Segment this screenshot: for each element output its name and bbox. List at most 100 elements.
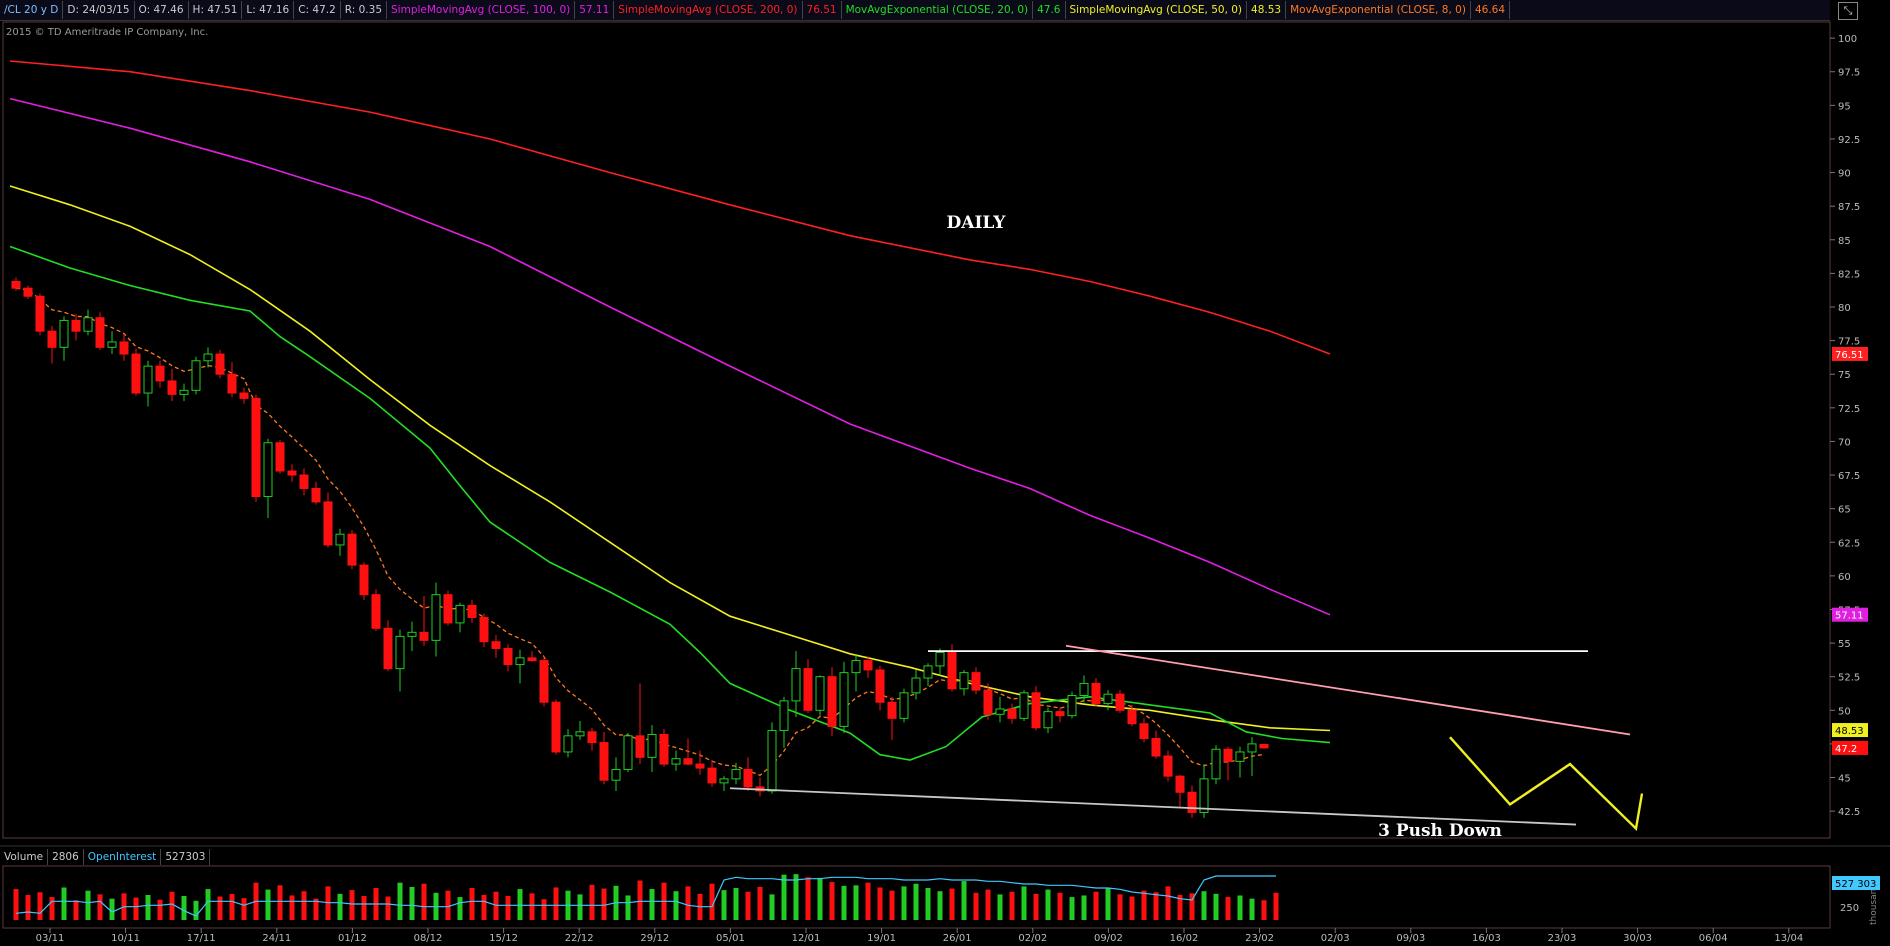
candle-body (203, 353, 213, 362)
volume-bar (349, 890, 355, 920)
volume-bar (133, 897, 139, 920)
candle-body (1259, 743, 1269, 749)
volume-bar (181, 896, 187, 920)
volume-bar (1057, 892, 1063, 920)
candle-body (707, 767, 717, 784)
volume-bar (997, 894, 1003, 920)
volume-bar (721, 890, 727, 920)
candle-body (611, 768, 621, 781)
candle-body (635, 735, 645, 758)
y-tick-label: 97.5 (1838, 68, 1860, 79)
candle-body (431, 594, 441, 641)
volume-bar (1081, 895, 1087, 920)
candle-body (1175, 775, 1185, 793)
candle-body (1103, 693, 1113, 705)
x-tick-label: 06/04 (1699, 933, 1728, 944)
volume-bar (229, 893, 235, 920)
y-tick-label: 55 (1838, 639, 1851, 650)
volume-bar (781, 874, 787, 920)
open-interest-label[interactable]: OpenInterest (84, 849, 162, 865)
volume-bar (913, 883, 919, 920)
sma50-line (9, 185, 1331, 732)
volume-bar (73, 900, 79, 920)
volume-axis-tick: 250 (1840, 903, 1859, 914)
x-tick-label: 24/11 (262, 933, 291, 944)
volume-bar (37, 892, 43, 920)
volume-bar (961, 881, 967, 920)
volume-bar (925, 888, 931, 920)
x-tick-label: 01/12 (338, 933, 367, 944)
candle-body (563, 735, 573, 753)
x-tick-label: 17/11 (187, 933, 216, 944)
x-tick-label: 13/04 (1774, 933, 1803, 944)
volume-bar (901, 886, 907, 920)
candle-body (503, 647, 513, 666)
candle-body (455, 604, 465, 624)
y-tick-label: 42.5 (1838, 807, 1860, 818)
y-tick-label: 65 (1838, 505, 1851, 516)
price-chart[interactable]: 250 thousands527 303 10097.59592.59087.58… (0, 0, 1890, 946)
volume-bar (1105, 888, 1111, 920)
volume-bar (1201, 891, 1207, 920)
x-tick-label: 10/11 (111, 933, 140, 944)
volume-bar (649, 889, 655, 920)
candle-body (1079, 682, 1089, 697)
candle-body (95, 317, 105, 348)
candle-body (59, 319, 69, 348)
volume-bar (589, 884, 595, 920)
volume-bar (553, 887, 559, 920)
open-interest-line (15, 875, 1276, 917)
x-tick-label: 08/12 (414, 933, 443, 944)
candle-body (263, 442, 273, 498)
x-tick-label: 29/12 (640, 933, 669, 944)
candle-body (311, 487, 321, 503)
candle-body (155, 365, 165, 382)
volume-label[interactable]: Volume (0, 849, 49, 865)
candle-body (1223, 748, 1233, 762)
price-panel-frame (2, 21, 1831, 839)
daily-annotation: DAILY (947, 213, 1007, 233)
candle-body (767, 729, 777, 792)
volume-bar (865, 882, 871, 920)
candle-body (71, 319, 81, 332)
volume-bar (1033, 893, 1039, 920)
y-tick-label: 80 (1838, 303, 1851, 314)
candle-body (671, 758, 681, 765)
candle-body (791, 668, 801, 702)
x-tick-label: 12/01 (792, 933, 821, 944)
ema20-line (9, 245, 1331, 761)
volume-bar (745, 891, 751, 920)
y-tick-label: 100 (1838, 34, 1857, 45)
x-tick-label: 02/02 (1018, 933, 1047, 944)
candle-body (347, 533, 357, 566)
volume-bar (841, 885, 847, 920)
volume-bar (1213, 893, 1219, 920)
candle-body (815, 676, 825, 711)
x-tick-label: 23/02 (1245, 933, 1274, 944)
volume-bar (169, 891, 175, 920)
x-tick-label: 02/03 (1321, 933, 1350, 944)
volume-bar (637, 880, 643, 920)
candle-body (1127, 709, 1137, 725)
volume-bar (457, 897, 463, 920)
volume-bar (1237, 895, 1243, 920)
y-tick-label: 85 (1838, 236, 1851, 247)
volume-bar (1153, 892, 1159, 920)
candle-body (587, 731, 597, 744)
candle-body (911, 677, 921, 694)
y-tick-label: 45 (1838, 774, 1851, 785)
candle-body (299, 474, 309, 489)
candle-body (1055, 711, 1065, 717)
candle-body (803, 668, 813, 711)
x-tick-label: 03/11 (36, 933, 65, 944)
candle-body (1199, 778, 1209, 813)
volume-bar (421, 883, 427, 920)
volume-value: 2806 (48, 849, 84, 865)
candle-body (527, 657, 537, 662)
oi-badge-text: 527 303 (1835, 879, 1876, 890)
support-line (729, 787, 1577, 826)
volume-bar (817, 877, 823, 920)
volume-bar (337, 893, 343, 920)
candle-body (1067, 695, 1077, 717)
volume-bar (937, 891, 943, 920)
